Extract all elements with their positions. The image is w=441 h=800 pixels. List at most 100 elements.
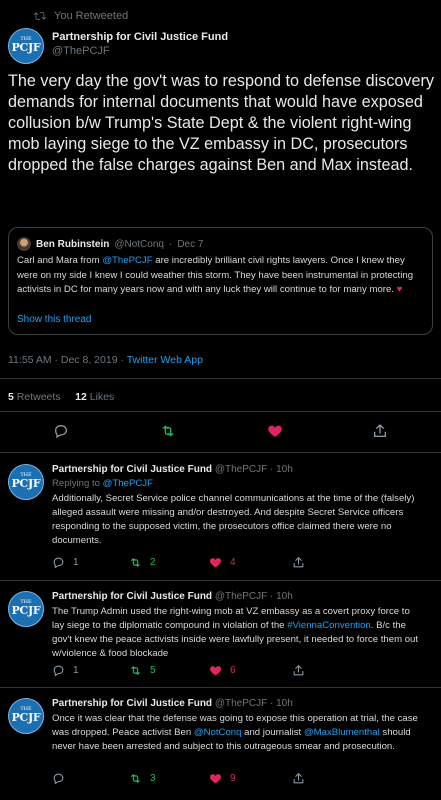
quoted-tweet-header: Ben Rubinstein @NotConq · Dec 7 [17,237,203,251]
share-icon [374,424,386,437]
divider [0,378,441,379]
reply-text: Once it was clear that the defense was g… [52,712,422,754]
share-button[interactable] [292,772,305,785]
quoted-avatar[interactable] [17,237,31,251]
share-icon [293,665,304,676]
retweet-icon [131,558,140,567]
reply-count: 1 [73,557,79,568]
reply-icon [53,773,64,785]
reply-header: Partnership for Civil Justice Fund @TheP… [52,591,293,602]
quoted-separator: · [168,238,173,250]
retweet-button[interactable] [160,423,176,439]
show-thread-link[interactable]: Show this thread [17,314,92,325]
reply-button[interactable] [53,423,69,439]
share-icon [293,773,304,784]
quoted-tweet[interactable]: Ben Rubinstein @NotConq · Dec 7 Carl and… [8,227,433,335]
avatar[interactable]: THE PCJF [8,591,44,627]
like-button[interactable] [267,423,283,439]
mention-link[interactable]: @ThePCJF [103,478,153,489]
like-button[interactable]: 6 [209,664,236,677]
heart-icon [210,774,221,784]
author-name[interactable]: Partnership for Civil Justice Fund [52,464,212,475]
share-icon [293,557,304,568]
source-link[interactable]: Twitter Web App [127,354,203,366]
reply-header: Partnership for Civil Justice Fund @TheP… [52,698,293,709]
mention-link[interactable]: @ThePCJF [102,255,152,266]
mention-link[interactable]: @MaxBlumenthal [304,727,380,738]
avatar[interactable]: THE PCJF [8,464,44,500]
retweet-button[interactable]: 2 [129,556,156,569]
tweet-meta: 11:55 AM · Dec 8, 2019 · Twitter Web App [8,354,203,366]
heart-icon [210,666,221,676]
avatar-text-abbr: PCJF [11,603,41,617]
avatar-text-abbr: PCJF [11,476,41,490]
reply-tweet[interactable]: THE PCJF Partnership for Civil Justice F… [0,583,441,687]
avatar[interactable]: THE PCJF [8,28,44,64]
quoted-text: Carl and Mara from @ThePCJF are incredib… [17,254,427,298]
reply-tweet[interactable]: THE PCJF Partnership for Civil Justice F… [0,690,441,800]
replying-label: Replying to [52,478,103,489]
retweet-button[interactable]: 5 [129,664,156,677]
timestamp[interactable]: 11:55 AM · Dec 8, 2019 · [8,354,127,366]
author-handle[interactable]: @ThePCJF [52,45,110,57]
divider [0,411,441,412]
mention-link[interactable]: @NotConq [194,727,242,738]
retweets-stat[interactable]: 5 Retweets [8,391,61,403]
reply-icon [54,424,68,439]
quoted-date[interactable]: Dec 7 [177,239,203,250]
retweet-count: 3 [150,773,156,784]
quoted-text-part: Carl and Mara from [17,255,103,266]
quoted-author-handle[interactable]: @NotConq [114,239,164,250]
avatar-text-abbr: PCJF [11,710,41,724]
reply-button[interactable]: 1 [52,556,79,569]
like-count: 6 [230,665,236,676]
retweet-count: 2 [150,557,156,568]
share-button[interactable] [292,664,305,677]
retweet-icon [131,774,140,783]
reply-button[interactable] [52,772,73,785]
author-handle[interactable]: @ThePCJF · 10h [215,464,293,475]
likes-count: 12 [75,391,87,403]
author-name[interactable]: Partnership for Civil Justice Fund [52,591,212,602]
like-count: 4 [230,557,236,568]
divider [0,580,441,581]
author-handle[interactable]: @ThePCJF · 10h [215,698,293,709]
reply-icon [53,665,64,677]
likes-stat[interactable]: 12 Likes [75,391,114,403]
reply-actions: 1 5 6 [52,664,392,678]
retweet-button[interactable]: 3 [129,772,156,785]
author-name[interactable]: Partnership for Civil Justice Fund [52,31,228,43]
like-count: 9 [230,773,236,784]
hashtag-link[interactable]: #ViennaConvention [287,620,371,631]
author-handle[interactable]: @ThePCJF · 10h [215,591,293,602]
reply-header: Partnership for Civil Justice Fund @TheP… [52,464,293,475]
quoted-author-name[interactable]: Ben Rubinstein [36,239,109,250]
author-name[interactable]: Partnership for Civil Justice Fund [52,698,212,709]
share-button[interactable] [292,556,305,569]
replying-to: Replying to @ThePCJF [52,478,153,489]
retweet-icon [34,12,46,20]
retweet-label: You Retweeted [54,10,129,22]
reply-count: 1 [73,665,79,676]
retweet-count: 5 [150,665,156,676]
heart-icon [268,425,282,437]
retweets-count: 5 [8,391,14,403]
like-button[interactable]: 9 [209,772,236,785]
avatar[interactable]: THE PCJF [8,698,44,734]
heart-emoji-icon: ♥ [396,284,403,295]
reply-text: Additionally, Secret Service police chan… [52,493,415,546]
divider [0,687,441,688]
tweet-actions [0,423,441,445]
share-button[interactable] [372,423,388,439]
retweet-indicator: You Retweeted [34,10,128,22]
reply-button[interactable]: 1 [52,664,79,677]
avatar-text-abbr: PCJF [11,40,41,54]
like-button[interactable]: 4 [209,556,236,569]
retweet-icon [131,666,140,675]
heart-icon [210,558,221,568]
retweets-label: Retweets [16,391,61,403]
retweet-icon [162,425,174,437]
reply-actions: 1 2 4 [52,556,392,570]
reply-tweet[interactable]: THE PCJF Partnership for Civil Justice F… [0,456,441,580]
reply-text: The Trump Admin used the right-wing mob … [52,605,422,661]
